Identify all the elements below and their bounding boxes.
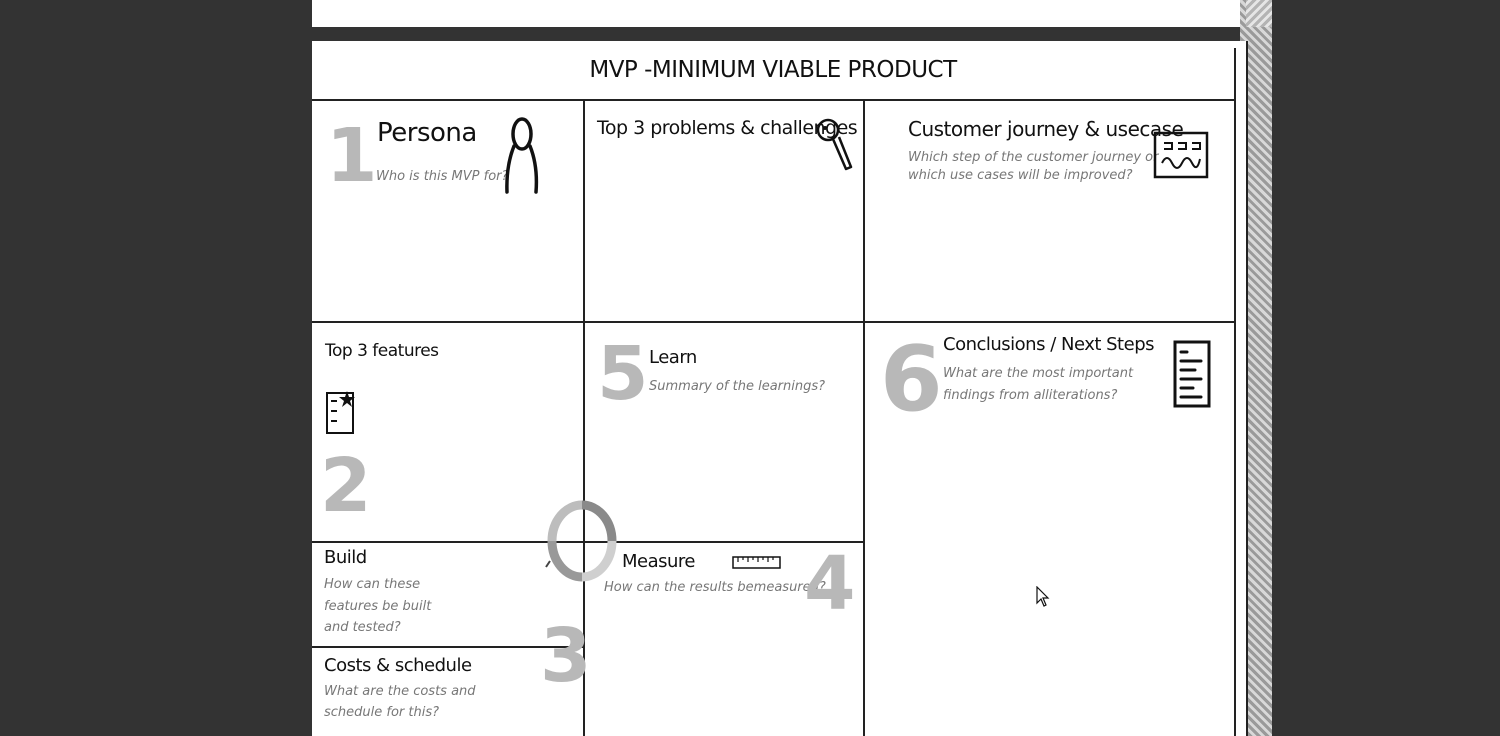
build-subtitle-3: and tested? — [324, 620, 401, 635]
measure-subtitle: How can the results bemeasured? — [604, 580, 826, 595]
number-3: 3 — [540, 613, 592, 699]
previous-page-bottom — [312, 0, 1240, 27]
persona-title: Persona — [377, 118, 477, 148]
ruler-icon — [732, 556, 781, 569]
build-title: Build — [324, 547, 367, 568]
number-4: 4 — [804, 541, 856, 627]
number-2: 2 — [320, 443, 372, 529]
build-subtitle-2: features be built — [324, 599, 432, 614]
number-1: 1 — [326, 113, 378, 199]
costs-subtitle-2: schedule for this? — [324, 705, 440, 720]
costs-subtitle-1: What are the costs and — [324, 684, 476, 699]
features-title: Top 3 features — [325, 341, 439, 361]
mouse-cursor-icon — [1036, 586, 1050, 607]
journey-card-icon — [1153, 131, 1209, 179]
journey-title: Customer journey & usecase — [908, 117, 1184, 141]
document-list-icon — [1173, 340, 1211, 408]
cycle-ring-icon — [545, 500, 617, 582]
learn-title: Learn — [649, 347, 697, 368]
page-edge-line — [1234, 48, 1236, 736]
right-page-shadow-top — [1246, 0, 1272, 27]
magnifier-icon — [816, 118, 853, 171]
number-6: 6 — [880, 327, 943, 432]
person-icon — [505, 117, 539, 194]
conclusions-subtitle-1: What are the most important — [943, 366, 1134, 381]
number-5: 5 — [597, 331, 649, 417]
learn-subtitle: Summary of the learnings? — [649, 379, 826, 394]
build-subtitle-1: How can these — [324, 577, 421, 592]
measure-title: Measure — [622, 551, 696, 572]
divider-v-2 — [863, 99, 865, 736]
conclusions-title: Conclusions / Next Steps — [943, 334, 1155, 355]
conclusions-subtitle-2: findings from alliterations? — [943, 388, 1118, 403]
journey-subtitle-2: which use cases will be improved? — [908, 168, 1133, 183]
divider-h-top — [312, 321, 1234, 323]
persona-subtitle: Who is this MVP for? — [376, 169, 509, 184]
page-title: MVP -MINIMUM VIABLE PRODUCT — [312, 41, 1234, 101]
canvas-page: MVP -MINIMUM VIABLE PRODUCT 1 Persona Wh… — [312, 41, 1248, 736]
costs-title: Costs & schedule — [324, 655, 472, 676]
feature-list-icon — [326, 391, 355, 434]
